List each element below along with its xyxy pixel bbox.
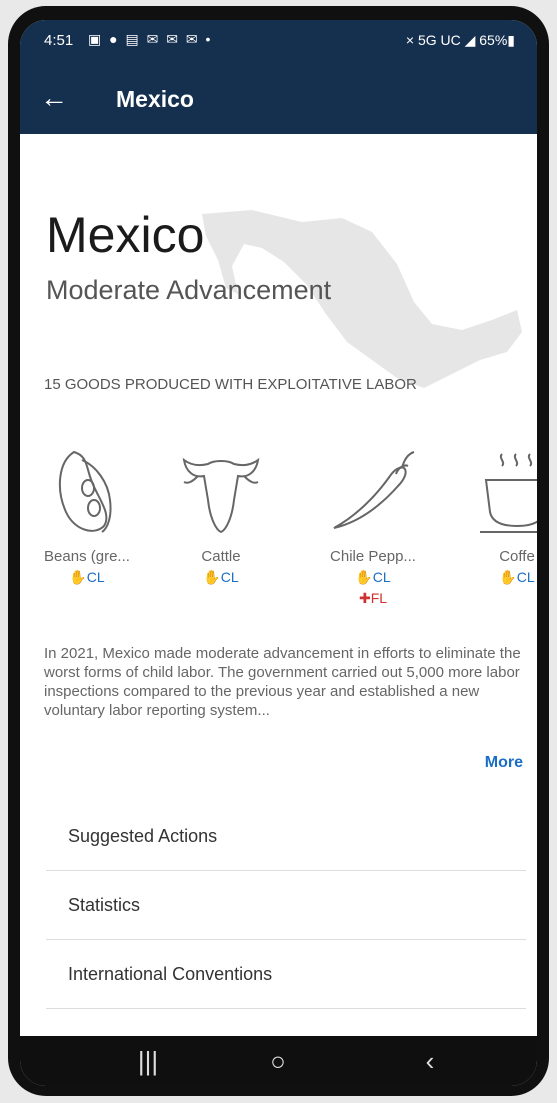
phone-frame: 4:51 ▣ ● ▤ ✉ ✉ ✉ • × 5G UC ◢ 65%▮ ← Mexi… <box>8 6 549 1096</box>
app-bar: ← Mexico <box>20 66 537 134</box>
screen: 4:51 ▣ ● ▤ ✉ ✉ ✉ • × 5G UC ◢ 65%▮ ← Mexi… <box>20 20 537 1086</box>
section-list: Suggested Actions Statistics Internation… <box>46 802 526 1009</box>
system-nav-bar: ||| ○ ‹ <box>20 1036 537 1086</box>
notification-icons: ▣ ● ▤ ✉ ✉ ✉ • <box>88 31 213 47</box>
good-item-cattle[interactable]: Cattle ✋CL <box>166 446 276 586</box>
home-icon[interactable]: ○ <box>258 1046 298 1077</box>
good-name: Chile Pepp... <box>330 548 416 565</box>
goods-carousel[interactable]: Beans (gre... ✋CL Cattle ✋CL Chile Pepp.… <box>20 446 537 636</box>
status-right: × 5G UC ◢ 65%▮ <box>405 32 515 48</box>
advancement-level: Moderate Advancement <box>46 275 332 305</box>
app-bar-title: Mexico <box>116 86 194 112</box>
good-name: Coffe <box>499 548 535 565</box>
child-labor-tag: ✋CL <box>69 569 105 585</box>
goods-heading: 15 GOODS PRODUCED WITH EXPLOITATIVE LABO… <box>44 376 417 393</box>
good-item-coffee[interactable]: Coffe ✋CL <box>462 446 537 586</box>
child-labor-tag: ✋CL <box>203 569 239 585</box>
section-international-conventions[interactable]: International Conventions <box>46 940 526 1009</box>
more-link[interactable]: More <box>485 754 523 772</box>
cattle-icon <box>182 457 260 534</box>
summary-text: In 2021, Mexico made moderate advancemen… <box>44 645 521 719</box>
back-icon[interactable]: ‹ <box>410 1046 450 1077</box>
status-bar: 4:51 ▣ ● ▤ ✉ ✉ ✉ • × 5G UC ◢ 65%▮ <box>20 20 537 66</box>
child-labor-tag: ✋CL <box>355 569 391 585</box>
good-item-beans[interactable]: Beans (gre... ✋CL <box>32 446 142 586</box>
beans-icon <box>58 450 112 533</box>
back-arrow-icon[interactable]: ← <box>36 80 72 116</box>
forced-labor-tag: ✚FL <box>358 590 388 606</box>
good-name: Beans (gre... <box>44 548 130 565</box>
good-item-chile-pepper[interactable]: Chile Pepp... ✋CL ✚FL <box>318 446 428 607</box>
good-name: Cattle <box>201 548 241 565</box>
section-statistics[interactable]: Statistics <box>46 871 526 940</box>
chile-pepper-icon <box>333 451 415 529</box>
child-labor-tag: ✋CL <box>499 569 535 585</box>
recents-icon[interactable]: ||| <box>128 1046 168 1077</box>
section-suggested-actions[interactable]: Suggested Actions <box>46 802 526 871</box>
coffee-icon <box>480 453 537 533</box>
country-name: Mexico <box>46 207 205 263</box>
status-time: 4:51 <box>44 32 74 49</box>
